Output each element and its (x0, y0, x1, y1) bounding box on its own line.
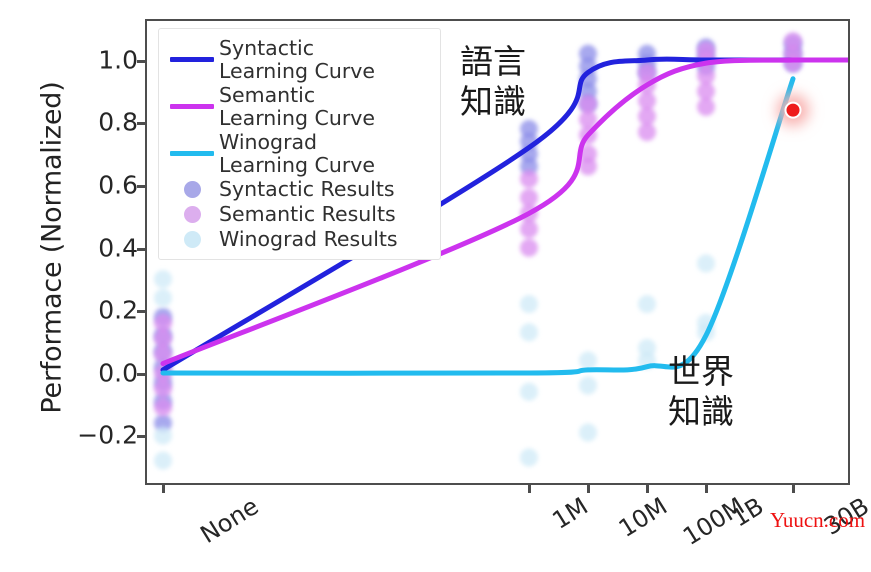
data-point (154, 451, 172, 470)
x-tick-label-10m: 10M (614, 492, 672, 543)
legend-line-swatch-icon (165, 104, 219, 110)
data-point (520, 238, 538, 257)
data-point (154, 398, 172, 417)
y-tick-label: 0.0 (98, 358, 138, 388)
data-point (520, 188, 538, 207)
x-tick-mark (587, 485, 590, 493)
legend-label: Syntactic Results (219, 177, 395, 202)
legend-label: Syntactic Learning Curve (219, 37, 375, 83)
y-tick-label: 0.6 (98, 170, 138, 200)
legend-line-swatch-icon (165, 57, 219, 63)
data-point (697, 254, 715, 273)
data-point (697, 66, 715, 85)
data-point (579, 94, 597, 113)
y-tick-label: −0.2 (77, 420, 138, 450)
legend-label-line1: Syntactic (219, 36, 315, 60)
data-point (520, 295, 538, 314)
x-tick-text: None (195, 492, 264, 549)
scatter-group (154, 254, 715, 470)
x-tick-mark (792, 485, 795, 493)
legend-label: Semantic Results (219, 202, 396, 227)
data-point (784, 54, 802, 73)
legend-label-line2: Learning Curve (219, 58, 375, 83)
y-tick-label: 0.8 (98, 107, 138, 137)
legend-label-line1: Winograd (219, 129, 318, 154)
data-point (697, 97, 715, 116)
data-point (697, 82, 715, 101)
data-point (154, 426, 172, 445)
data-point (638, 123, 656, 141)
x-tick-label-1m: 1M (547, 492, 592, 535)
data-point (520, 382, 538, 401)
legend-dot-swatch-icon (165, 231, 219, 249)
legend-dot-swatch-icon (165, 181, 219, 199)
data-point (520, 169, 538, 188)
legend-label-line2: Learning Curve (219, 105, 375, 130)
legend-label-line1: Semantic (219, 82, 316, 107)
x-tick-text: 10M (613, 492, 673, 543)
x-tick-mark (528, 485, 531, 493)
legend-item-syntactic-curve: Syntactic Learning Curve (165, 37, 434, 83)
legend-item-semantic-curve: Semantic Learning Curve (165, 82, 434, 130)
legend-label: Winograd Learning Curve (219, 129, 375, 177)
annotation-language-knowledge: 語言 知識 (460, 42, 526, 122)
annotation-world-knowledge: 世界 知識 (668, 352, 734, 432)
data-point (154, 379, 172, 398)
y-tick-mark (137, 122, 145, 125)
y-tick-mark (137, 373, 145, 376)
x-tick-label-none: None (196, 492, 264, 549)
y-tick-mark (137, 185, 145, 188)
watermark: Yuucn.com (770, 508, 866, 532)
y-tick-mark (137, 60, 145, 63)
x-tick-mark (162, 485, 165, 493)
data-point (579, 351, 597, 370)
y-axis-tick-labels: 1.0 0.8 0.6 0.4 0.2 0.0 −0.2 (48, 0, 138, 572)
data-point (579, 376, 597, 395)
legend-line-swatch-icon (165, 151, 219, 157)
data-point (154, 288, 172, 307)
data-point (638, 295, 656, 314)
data-point (638, 91, 656, 110)
data-point (520, 448, 538, 467)
legend-dot-swatch-icon (165, 206, 219, 224)
legend-label-line2: Learning Curve (219, 152, 375, 177)
data-point (638, 107, 656, 126)
x-tick-mark (705, 485, 708, 493)
y-tick-mark (137, 310, 145, 313)
data-point (154, 313, 172, 332)
y-tick-mark (137, 248, 145, 251)
legend-label: Winograd Results (219, 227, 398, 252)
data-point (520, 220, 538, 238)
x-tick-mark (646, 485, 649, 493)
data-point (520, 323, 538, 342)
data-point (154, 329, 172, 348)
legend-item-semantic-results: Semantic Results (165, 203, 434, 227)
y-tick-label: 1.0 (98, 45, 138, 75)
x-tick-text: 1M (547, 492, 593, 535)
y-tick-label: 0.4 (98, 233, 138, 263)
highlighted-data-point (784, 101, 802, 119)
legend-item-winograd-results: Winograd Results (165, 228, 434, 252)
legend-item-syntactic-results: Syntactic Results (165, 178, 434, 202)
chart-figure: Performace (Normalized) 1.0 0.8 0.6 0.4 … (0, 0, 871, 572)
y-tick-mark (137, 435, 145, 438)
data-point (579, 423, 597, 442)
data-point (154, 270, 172, 289)
legend-label: Semantic Learning Curve (219, 82, 375, 130)
legend: Syntactic Learning Curve Semantic Learning… (158, 28, 441, 260)
legend-item-winograd-curve: Winograd Learning Curve (165, 129, 434, 177)
y-tick-label: 0.2 (98, 295, 138, 325)
